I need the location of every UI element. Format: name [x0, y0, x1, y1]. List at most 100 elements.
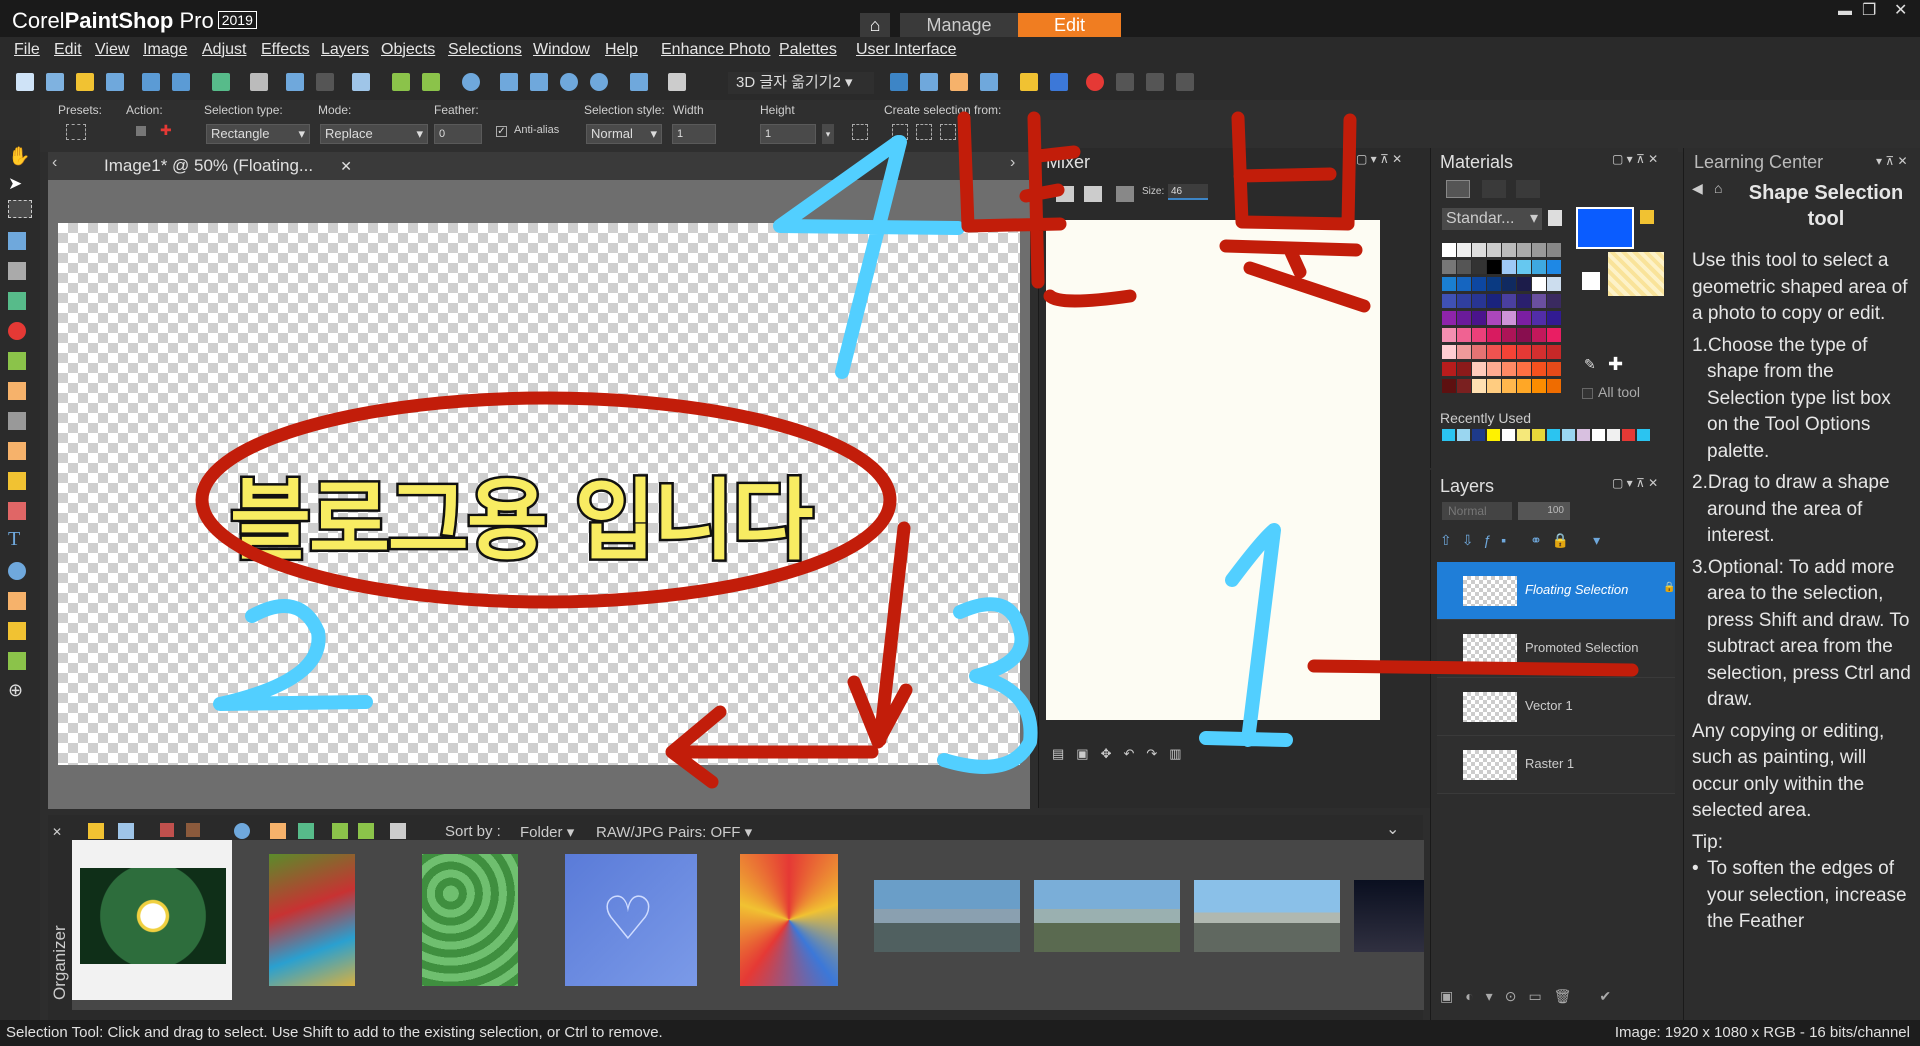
- feather-field[interactable]: 0: [434, 124, 482, 144]
- transparent-toggle-icon[interactable]: [1582, 272, 1600, 290]
- shape-tool-icon[interactable]: [8, 562, 26, 580]
- color-swatch[interactable]: [1487, 260, 1501, 274]
- color-swatch[interactable]: [1547, 379, 1561, 393]
- print-icon[interactable]: [250, 73, 268, 91]
- document-tab[interactable]: Image1* @ 50% (Floating... ✕: [80, 154, 360, 178]
- antialias-checkbox[interactable]: ✓: [496, 126, 507, 137]
- mixer-dropper-icon[interactable]: [1116, 186, 1134, 202]
- color-swatch[interactable]: [1472, 260, 1486, 274]
- organizer-share-icon[interactable]: [298, 823, 314, 839]
- height-dropdown-icon[interactable]: ▾: [822, 124, 834, 144]
- color-swatch[interactable]: [1547, 294, 1561, 308]
- thumbnail-vegetables[interactable]: [269, 854, 355, 986]
- recent-color-swatch[interactable]: [1472, 429, 1485, 441]
- color-swatch[interactable]: [1547, 311, 1561, 325]
- resize-icon[interactable]: [352, 73, 370, 91]
- menu-effects[interactable]: Effects: [261, 41, 310, 59]
- menu-user-interface[interactable]: User Interface: [856, 41, 956, 59]
- from-canvas-icon[interactable]: [892, 124, 908, 140]
- color-swatch[interactable]: [1502, 311, 1516, 325]
- color-swatch[interactable]: [1457, 328, 1471, 342]
- action-cancel-icon[interactable]: ✚: [160, 122, 172, 139]
- fit-window-icon[interactable]: [500, 73, 518, 91]
- script-select[interactable]: 3D 글자 옮기기2 ▾: [728, 72, 874, 94]
- menu-layers[interactable]: Layers: [321, 41, 369, 59]
- color-swatch[interactable]: [1442, 260, 1456, 274]
- cancel-record-icon[interactable]: [1146, 73, 1164, 91]
- color-swatch[interactable]: [1532, 379, 1546, 393]
- layers-toolbar[interactable]: ⇧⇩ƒ▪ ⚭🔒 ▾: [1440, 532, 1676, 560]
- color-swatch[interactable]: [1532, 277, 1546, 291]
- tab-scroll-left-icon[interactable]: ‹: [52, 154, 57, 172]
- from-layers-icon[interactable]: [940, 124, 956, 140]
- mixer-brush-icon[interactable]: [1056, 186, 1074, 202]
- color-swatch[interactable]: [1487, 362, 1501, 376]
- palette-menu-icon[interactable]: [1548, 210, 1562, 226]
- dropper-tool-icon[interactable]: [8, 232, 26, 250]
- save-record-icon[interactable]: [1176, 73, 1194, 91]
- color-swatch[interactable]: [1517, 260, 1531, 274]
- color-swatch[interactable]: [1517, 379, 1531, 393]
- run-script-icon[interactable]: [890, 73, 908, 91]
- color-swatch[interactable]: [1487, 277, 1501, 291]
- straighten-tool-icon[interactable]: [8, 292, 26, 310]
- home-icon[interactable]: ⌂: [1714, 180, 1722, 196]
- menu-adjust[interactable]: Adjust: [202, 41, 246, 59]
- browse-icon[interactable]: [106, 73, 124, 91]
- pen-tool-icon[interactable]: [8, 592, 26, 610]
- close-button[interactable]: ✕: [1894, 0, 1907, 20]
- menu-image[interactable]: Image: [143, 41, 187, 59]
- fit-image-icon[interactable]: [530, 73, 548, 91]
- foreground-color[interactable]: [1576, 207, 1634, 249]
- color-swatch[interactable]: [1547, 345, 1561, 359]
- menu-window[interactable]: Window: [533, 41, 590, 59]
- color-swatch[interactable]: [1442, 277, 1456, 291]
- mixer-size-field[interactable]: 46: [1168, 184, 1208, 200]
- color-swatch[interactable]: [1502, 243, 1516, 257]
- width-field[interactable]: 1: [672, 124, 716, 144]
- tab-close-icon[interactable]: ✕: [340, 154, 352, 178]
- undo-icon[interactable]: [392, 73, 410, 91]
- menu-enhance-photo[interactable]: Enhance Photo: [661, 41, 770, 59]
- color-swatch[interactable]: [1457, 379, 1471, 393]
- color-swatch[interactable]: [1472, 277, 1486, 291]
- red-eye-tool-icon[interactable]: [8, 322, 26, 340]
- recent-color-swatch[interactable]: [1532, 429, 1545, 441]
- color-swatch[interactable]: [1457, 294, 1471, 308]
- color-swatch[interactable]: [1487, 311, 1501, 325]
- color-swatch[interactable]: [1532, 260, 1546, 274]
- color-swatch[interactable]: [1517, 345, 1531, 359]
- layers-panel-controls[interactable]: ▢ ▾ ⊼ ✕: [1612, 476, 1658, 490]
- thumbnail-panorama-3[interactable]: [1194, 880, 1340, 952]
- new-grid-icon[interactable]: [46, 73, 64, 91]
- swatches-view-icon[interactable]: [1446, 180, 1470, 198]
- color-swatch[interactable]: [1457, 362, 1471, 376]
- color-swatch[interactable]: [1547, 328, 1561, 342]
- select-all-icon[interactable]: [852, 124, 868, 140]
- color-swatch[interactable]: [1457, 345, 1471, 359]
- people-icon[interactable]: [234, 823, 250, 839]
- rotate-left-icon[interactable]: [286, 73, 304, 91]
- color-swatch[interactable]: [1502, 277, 1516, 291]
- color-swatch[interactable]: [1442, 311, 1456, 325]
- color-swatch[interactable]: [1442, 294, 1456, 308]
- edit-script-icon[interactable]: [950, 73, 968, 91]
- layer-row-vector-1[interactable]: Vector 1: [1437, 678, 1675, 736]
- color-swatch[interactable]: [1517, 277, 1531, 291]
- color-swatch[interactable]: [1532, 311, 1546, 325]
- color-swatch[interactable]: [1472, 362, 1486, 376]
- rating-icon[interactable]: [186, 823, 200, 837]
- selection-type-select[interactable]: Rectangle ▾: [206, 124, 310, 144]
- color-swatch[interactable]: [1472, 345, 1486, 359]
- mode-select[interactable]: Replace ▾: [320, 124, 428, 144]
- color-swatch[interactable]: [1532, 328, 1546, 342]
- view-mode-icon[interactable]: [118, 823, 134, 839]
- menu-objects[interactable]: Objects: [381, 41, 435, 59]
- dropper-icon[interactable]: ✎: [1584, 356, 1596, 373]
- color-swatch[interactable]: [1487, 243, 1501, 257]
- color-swatch[interactable]: [1442, 362, 1456, 376]
- color-swatch[interactable]: [1472, 379, 1486, 393]
- menu-file[interactable]: File: [14, 41, 40, 59]
- mixer-canvas[interactable]: [1046, 220, 1380, 720]
- rotate-right-icon[interactable]: [316, 73, 334, 91]
